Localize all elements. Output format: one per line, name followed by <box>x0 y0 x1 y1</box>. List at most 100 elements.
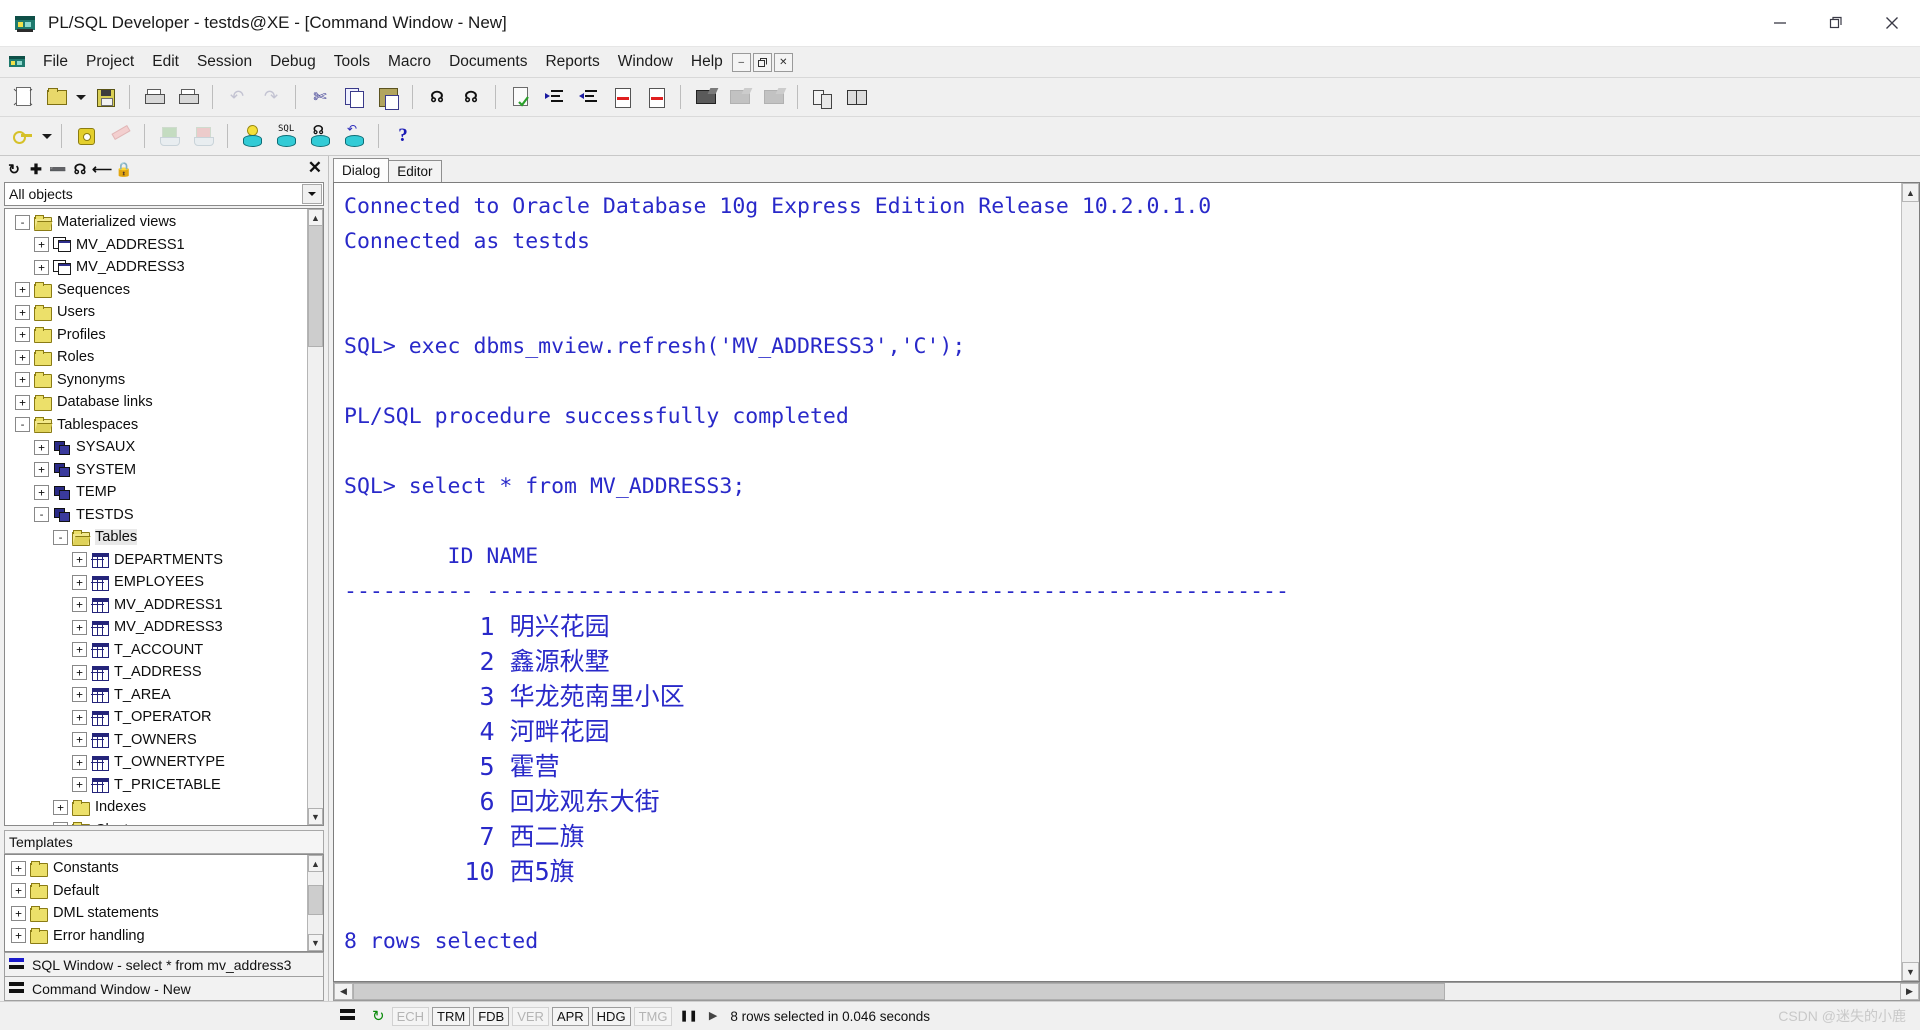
cut-icon[interactable]: ✄ <box>305 82 335 112</box>
tab-editor[interactable]: Editor <box>388 160 442 182</box>
object-tree[interactable]: - Materialized views + MV_ADDRESS1 + MV_ADDRE… <box>4 208 324 826</box>
tree-node-system[interactable]: + SYSTEM <box>7 459 323 482</box>
tree-node-mv-address1[interactable]: + MV_ADDRESS1 <box>7 234 323 257</box>
templates-scrollbar[interactable]: ▲ ▼ <box>307 855 323 951</box>
expand-toggle-icon[interactable]: + <box>34 439 49 455</box>
uncomment-icon[interactable] <box>641 82 671 112</box>
lock-object-icon[interactable]: 🔒 <box>114 159 134 179</box>
output-scroll-right-icon[interactable]: ▶ <box>1900 983 1919 1000</box>
menu-file[interactable]: File <box>34 50 77 74</box>
execute-icon[interactable] <box>8 121 38 151</box>
tree-node-t-account[interactable]: + T_ACCOUNT <box>7 639 323 662</box>
output-horizontal-scrollbar[interactable]: ◀ ▶ <box>333 982 1920 1001</box>
tree-node-t-pricetable[interactable]: + T_PRICETABLE <box>7 774 323 797</box>
expand-all-icon[interactable]: ✚ <box>26 159 46 179</box>
object-filter-select[interactable]: All objects <box>4 182 324 206</box>
status-flag-ver[interactable]: VER <box>512 1006 549 1026</box>
templates-scroll-thumb[interactable] <box>308 885 323 915</box>
expand-toggle-icon[interactable]: + <box>72 552 87 568</box>
print-preview-icon[interactable] <box>173 82 203 112</box>
tab-dialog[interactable]: Dialog <box>333 158 390 182</box>
rollback-icon[interactable]: ↶ <box>339 121 369 151</box>
open-dropdown-arrow-icon[interactable] <box>74 82 88 112</box>
status-flag-hdg[interactable]: HDG <box>591 1006 631 1026</box>
tree-node-users[interactable]: + Users <box>7 301 323 324</box>
object-tree-scrollbar[interactable]: ▲ ▼ <box>307 209 323 825</box>
expand-toggle-icon[interactable]: + <box>15 394 30 410</box>
copy-icon[interactable] <box>339 82 369 112</box>
expand-toggle-icon[interactable]: + <box>34 462 49 478</box>
expand-toggle-icon[interactable]: + <box>11 928 26 944</box>
expand-toggle-icon[interactable]: + <box>72 687 87 703</box>
close-browser-icon[interactable]: ✕ <box>308 159 322 177</box>
new-icon[interactable] <box>8 82 38 112</box>
templates-tree[interactable]: + Constants + Default + DML statements + Error … <box>4 854 324 952</box>
expand-toggle-icon[interactable]: + <box>34 484 49 500</box>
status-flag-tmg[interactable]: TMG <box>633 1006 673 1026</box>
tree-node-sequences[interactable]: + Sequences <box>7 279 323 302</box>
execute-dropdown-arrow-icon[interactable] <box>40 121 54 151</box>
output-vertical-scrollbar[interactable]: ▲ ▼ <box>1901 183 1919 981</box>
expand-toggle-icon[interactable]: + <box>11 905 26 921</box>
template-node-error-handling[interactable]: + Error handling <box>7 925 323 948</box>
tree-node-sysaux[interactable]: + SYSAUX <box>7 436 323 459</box>
tree-node-materialized-views[interactable]: - Materialized views <box>7 211 323 234</box>
menu-project[interactable]: Project <box>77 50 143 74</box>
maximize-button[interactable] <box>1808 0 1864 46</box>
expand-toggle-icon[interactable]: + <box>53 799 68 815</box>
scroll-thumb[interactable] <box>308 225 323 347</box>
mdi-restore-button[interactable] <box>752 52 772 72</box>
open-icon[interactable] <box>42 82 72 112</box>
tree-node-database-links[interactable]: + Database links <box>7 391 323 414</box>
mdi-minimize-button[interactable]: – <box>731 52 751 72</box>
indent-icon[interactable] <box>539 82 569 112</box>
templates-scroll-up-icon[interactable]: ▲ <box>308 855 323 872</box>
expand-toggle-icon[interactable]: + <box>11 883 26 899</box>
tree-node-t-ownertype[interactable]: + T_OWNERTYPE <box>7 751 323 774</box>
previous-object-icon[interactable]: ⟵ <box>92 159 112 179</box>
template-node-dml-statements[interactable]: + DML statements <box>7 902 323 925</box>
print-icon[interactable] <box>139 82 169 112</box>
expand-toggle-icon[interactable]: + <box>72 642 87 658</box>
tree-node-synonyms[interactable]: + Synonyms <box>7 369 323 392</box>
expand-toggle-icon[interactable]: + <box>72 777 87 793</box>
tree-node-departments[interactable]: + DEPARTMENTS <box>7 549 323 572</box>
command-output[interactable]: Connected to Oracle Database 10g Express… <box>334 183 1901 981</box>
collapse-all-icon[interactable]: ➖ <box>48 159 68 179</box>
expand-toggle-icon[interactable]: + <box>11 860 26 876</box>
tree-node-t-address[interactable]: + T_ADDRESS <box>7 661 323 684</box>
template-node-default[interactable]: + Default <box>7 880 323 903</box>
template-node-constants[interactable]: + Constants <box>7 857 323 880</box>
tree-node-mv-address1[interactable]: + MV_ADDRESS1 <box>7 594 323 617</box>
find-database-object-icon[interactable]: ☊ <box>305 121 335 151</box>
tree-node-profiles[interactable]: + Profiles <box>7 324 323 347</box>
menu-window[interactable]: Window <box>609 50 682 74</box>
save-icon[interactable] <box>90 82 120 112</box>
outdent-icon[interactable] <box>573 82 603 112</box>
expand-toggle-icon[interactable]: + <box>72 619 87 635</box>
expand-toggle-icon[interactable]: + <box>72 597 87 613</box>
window-list-item-command-window[interactable]: Command Window - New <box>4 977 324 1001</box>
status-flag-ech[interactable]: ECH <box>391 1006 430 1026</box>
menu-macro[interactable]: Macro <box>379 50 440 74</box>
comment-icon[interactable] <box>607 82 637 112</box>
tree-node-tables[interactable]: - Tables <box>7 526 323 549</box>
cascade-windows-icon[interactable] <box>807 82 837 112</box>
expand-toggle-icon[interactable]: + <box>15 372 30 388</box>
paste-icon[interactable] <box>373 82 403 112</box>
status-flag-trm[interactable]: TRM <box>432 1006 471 1026</box>
status-flag-fdb[interactable]: FDB <box>473 1006 510 1026</box>
templates-scroll-down-icon[interactable]: ▼ <box>308 934 323 951</box>
menu-reports[interactable]: Reports <box>536 50 608 74</box>
menu-session[interactable]: Session <box>188 50 261 74</box>
status-flag-apr[interactable]: APR <box>551 1006 589 1026</box>
expand-toggle-icon[interactable]: + <box>34 259 49 275</box>
collapse-toggle-icon[interactable]: - <box>53 529 68 545</box>
find-object-icon[interactable]: ☊ <box>70 159 90 179</box>
expand-toggle-icon[interactable]: + <box>72 732 87 748</box>
menu-documents[interactable]: Documents <box>440 50 536 74</box>
tile-windows-icon[interactable] <box>841 82 871 112</box>
tree-node-testds[interactable]: - TESTDS <box>7 504 323 527</box>
chevron-down-icon[interactable] <box>302 184 322 204</box>
mdi-close-button[interactable]: ✕ <box>773 52 793 72</box>
